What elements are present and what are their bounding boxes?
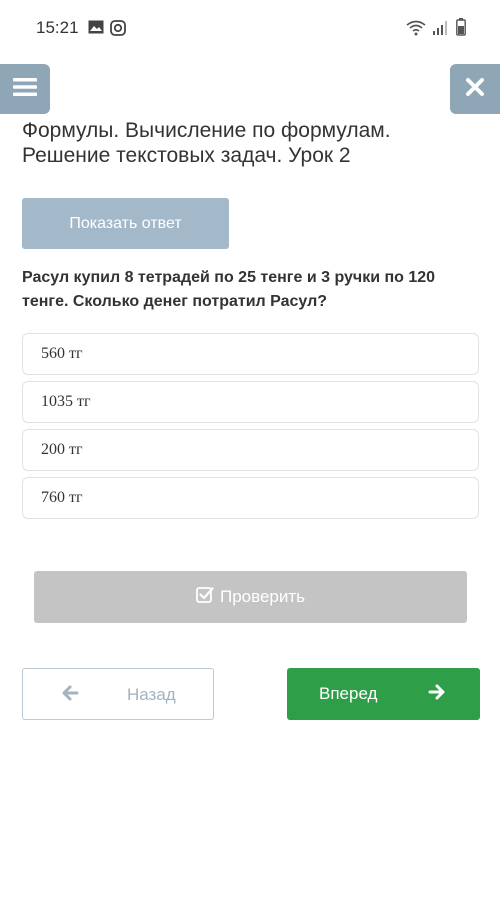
arrow-right-icon — [428, 683, 446, 706]
arrow-left-icon — [61, 684, 79, 707]
answer-option[interactable]: 1035 тг — [22, 381, 479, 423]
instagram-icon — [110, 20, 126, 41]
question-text: Расул купил 8 тетрадей по 25 тенге и 3 р… — [22, 269, 436, 310]
checkbox-check-icon — [196, 586, 214, 609]
close-x-icon — [465, 77, 485, 102]
wifi-icon — [406, 20, 426, 41]
image-icon — [88, 20, 104, 39]
next-button-label: Вперед — [319, 684, 378, 703]
next-button[interactable]: Вперед — [287, 668, 480, 720]
answer-option[interactable]: 560 тг — [22, 333, 479, 375]
signal-icon — [432, 20, 448, 41]
close-button[interactable] — [450, 64, 500, 114]
status-bar: 15:21 — [0, 0, 500, 58]
check-button[interactable]: Проверить — [34, 571, 467, 623]
check-button-label: Проверить — [219, 587, 306, 606]
answer-option[interactable]: 200 тг — [22, 429, 479, 471]
battery-icon — [456, 18, 466, 41]
answer-option[interactable]: 760 тг — [22, 477, 479, 519]
lesson-title: Формулы. Вычисление по формулам. Решение… — [22, 119, 391, 167]
status-time: 15:21 — [36, 18, 79, 37]
back-button-label: Назад — [127, 685, 176, 704]
show-answer-button[interactable]: Показать ответ — [22, 198, 229, 249]
menu-button[interactable] — [0, 64, 50, 114]
back-button[interactable]: Назад — [22, 668, 214, 720]
answer-options: 560 тг 1035 тг 200 тг 760 тг — [22, 333, 479, 525]
hamburger-menu-icon — [13, 77, 37, 102]
